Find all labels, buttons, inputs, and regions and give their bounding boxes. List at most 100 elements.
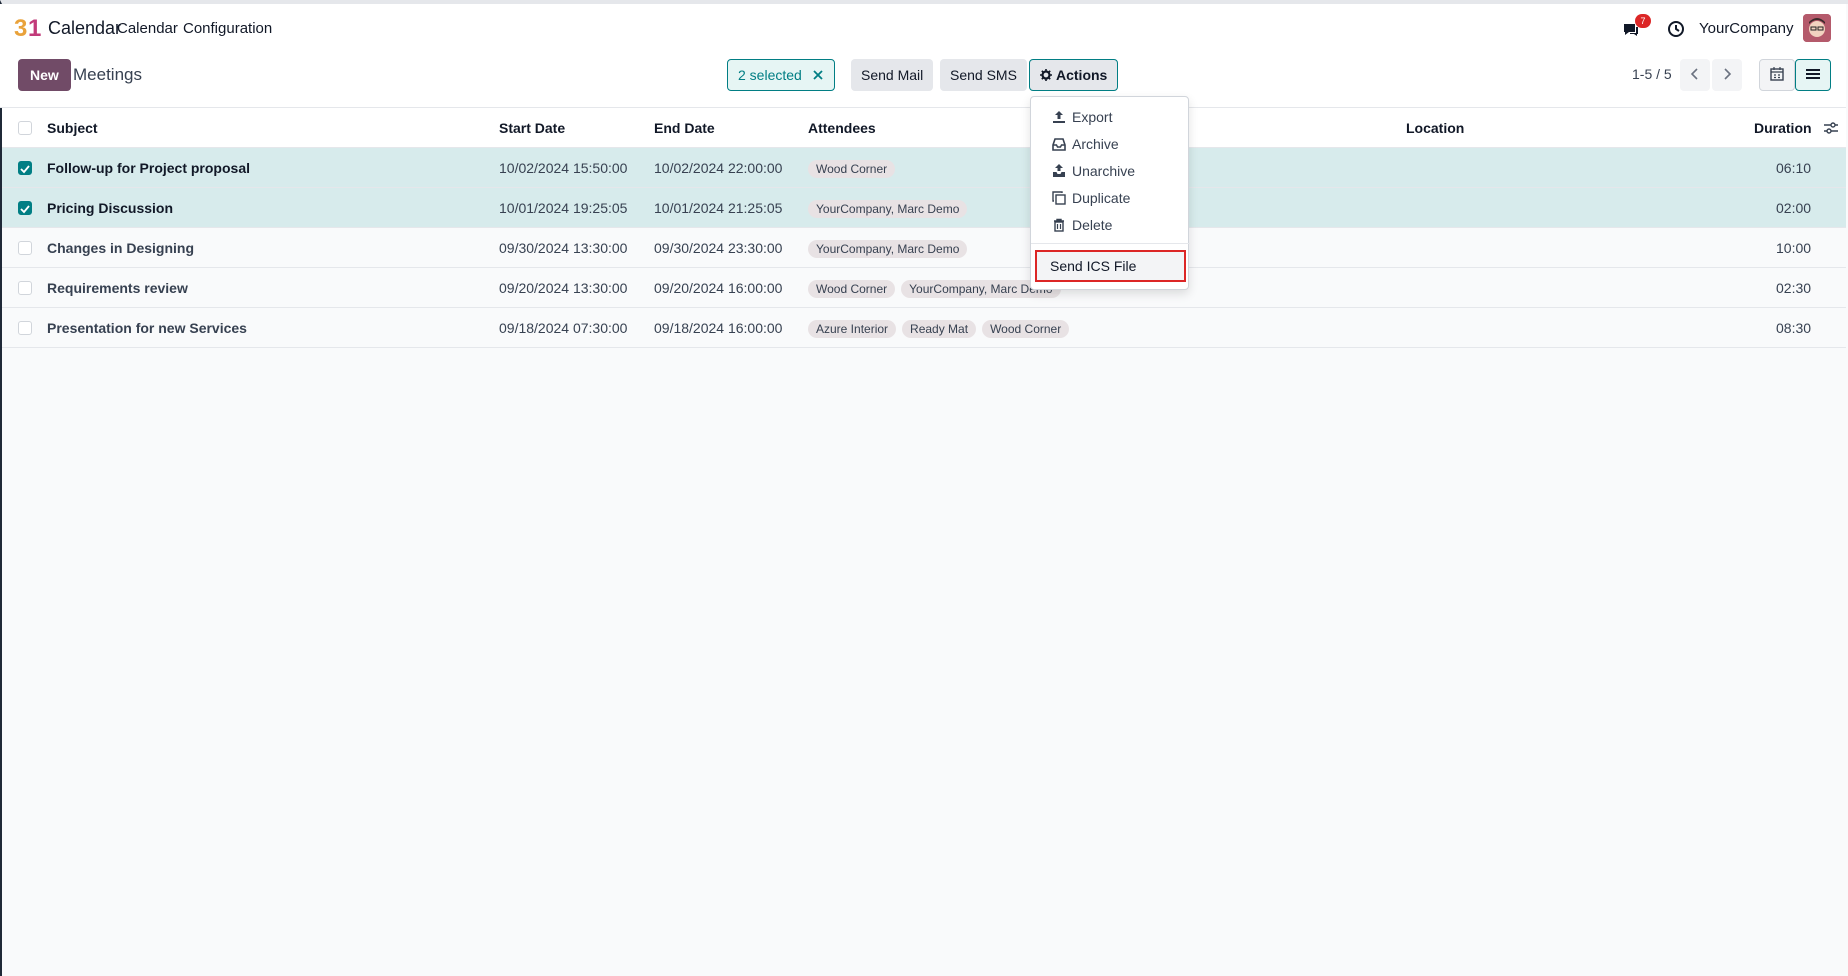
activity-clock-icon[interactable] xyxy=(1667,20,1685,38)
chevron-right-icon xyxy=(1724,67,1732,80)
company-switcher[interactable]: YourCompany xyxy=(1699,20,1794,37)
messaging-button[interactable]: 7 xyxy=(1621,14,1651,40)
header-location[interactable]: Location xyxy=(1406,108,1464,148)
attendee-tag: Azure Interior xyxy=(808,320,897,339)
table-row[interactable]: Requirements review 09/20/2024 13:30:00 … xyxy=(2,268,1846,308)
optional-columns-icon[interactable] xyxy=(1824,121,1838,135)
attendee-tag: Wood Corner xyxy=(808,280,896,299)
row-duration: 02:30 xyxy=(1776,280,1812,296)
select-all-checkbox[interactable] xyxy=(18,121,32,135)
header-end-date[interactable]: End Date xyxy=(654,108,715,148)
row-start-date: 10/01/2024 19:25:05 xyxy=(499,200,628,216)
gear-icon xyxy=(1040,69,1052,81)
svg-text:3: 3 xyxy=(14,15,27,42)
table-header: Subject Start Date End Date Attendees Lo… xyxy=(2,108,1846,148)
header-subject[interactable]: Subject xyxy=(47,108,98,148)
row-end-date: 10/02/2024 22:00:00 xyxy=(654,160,783,176)
trash-icon xyxy=(1054,218,1064,232)
actions-label: Actions xyxy=(1056,67,1108,83)
pager-previous[interactable] xyxy=(1680,59,1710,91)
actions-dropdown-menu: Export Archive Unarchive Duplicate Delet… xyxy=(1030,96,1190,290)
row-subject: Follow-up for Project proposal xyxy=(47,160,250,176)
row-attendees: YourCompany, Marc Demo xyxy=(808,228,973,268)
row-start-date: 09/18/2024 07:30:00 xyxy=(499,320,628,336)
menu-item-duplicate[interactable]: Duplicate xyxy=(1031,185,1190,211)
new-button[interactable]: New xyxy=(18,59,71,91)
clear-selection-icon[interactable] xyxy=(812,69,824,81)
row-end-date: 09/20/2024 16:00:00 xyxy=(654,280,783,296)
row-checkbox[interactable] xyxy=(18,241,32,255)
row-checkbox[interactable] xyxy=(18,161,32,175)
menu-item-archive[interactable]: Archive xyxy=(1031,131,1190,157)
user-avatar[interactable] xyxy=(1803,14,1831,42)
checkmark-icon xyxy=(20,205,30,214)
row-end-date: 09/30/2024 23:30:00 xyxy=(654,240,783,256)
attendee-tag: Ready Mat xyxy=(902,320,977,339)
menu-item-label: Unarchive xyxy=(1072,163,1136,179)
menu-item-label: Delete xyxy=(1072,217,1113,233)
chat-count-badge: 7 xyxy=(1635,14,1651,28)
pager-value[interactable]: 1-5 / 5 xyxy=(1632,66,1672,82)
row-duration: 10:00 xyxy=(1776,240,1812,256)
row-start-date: 09/30/2024 13:30:00 xyxy=(499,240,628,256)
row-start-date: 09/20/2024 13:30:00 xyxy=(499,280,628,296)
header-attendees[interactable]: Attendees xyxy=(808,108,876,148)
upload-icon xyxy=(1053,111,1065,123)
menu-item-export[interactable]: Export xyxy=(1031,104,1190,130)
control-panel: New Meetings 2 selected Send Mail Send S… xyxy=(0,50,1846,108)
calendar-view-button[interactable] xyxy=(1759,59,1795,91)
calendar-view-icon xyxy=(1770,66,1784,81)
menu-calendar[interactable]: Calendar xyxy=(117,20,178,37)
svg-text:1: 1 xyxy=(28,15,41,42)
unarchive-icon xyxy=(1053,164,1065,177)
table-row[interactable]: Follow-up for Project proposal 10/02/202… xyxy=(2,148,1846,188)
table-row[interactable]: Presentation for new Services 09/18/2024… xyxy=(2,308,1846,348)
row-subject: Presentation for new Services xyxy=(47,320,247,336)
attendee-tag: Wood Corner xyxy=(982,320,1070,339)
copy-icon xyxy=(1052,191,1066,205)
menu-item-delete[interactable]: Delete xyxy=(1031,212,1190,238)
header-start-date[interactable]: Start Date xyxy=(499,108,565,148)
list-view-button[interactable] xyxy=(1795,59,1831,91)
app-name[interactable]: Calendar xyxy=(48,18,121,39)
row-attendees: YourCompany, Marc Demo xyxy=(808,188,973,228)
menu-item-unarchive[interactable]: Unarchive xyxy=(1031,158,1190,184)
row-attendees: Wood Corner xyxy=(808,148,901,188)
menu-item-label: Export xyxy=(1072,109,1113,125)
attendee-tag: Wood Corner xyxy=(808,160,896,179)
send-sms-button[interactable]: Send SMS xyxy=(940,59,1027,91)
row-attendees: Azure Interior Ready Mat Wood Corner xyxy=(808,308,1075,348)
inbox-icon xyxy=(1052,138,1066,151)
chevron-left-icon xyxy=(1690,67,1698,80)
row-checkbox[interactable] xyxy=(18,321,32,335)
send-mail-button[interactable]: Send Mail xyxy=(851,59,934,91)
attendee-tag: YourCompany, Marc Demo xyxy=(808,200,968,219)
menu-item-label: Archive xyxy=(1072,136,1119,152)
row-start-date: 10/02/2024 15:50:00 xyxy=(499,160,628,176)
row-duration: 02:00 xyxy=(1776,200,1812,216)
selection-indicator[interactable]: 2 selected xyxy=(727,59,835,91)
row-checkbox[interactable] xyxy=(18,201,32,215)
row-attendees: Wood Corner YourCompany, Marc Demo xyxy=(808,268,1067,308)
row-checkbox[interactable] xyxy=(18,281,32,295)
table-row[interactable]: Changes in Designing 09/30/2024 13:30:00… xyxy=(2,228,1846,268)
menu-item-send-ics-file[interactable]: Send ICS File xyxy=(1035,250,1186,282)
pager-next[interactable] xyxy=(1712,59,1742,91)
row-end-date: 10/01/2024 21:25:05 xyxy=(654,200,783,216)
row-end-date: 09/18/2024 16:00:00 xyxy=(654,320,783,336)
header-duration[interactable]: Duration xyxy=(1754,108,1812,148)
menu-configuration[interactable]: Configuration xyxy=(183,20,272,37)
calendar-app-icon[interactable]: 3 1 xyxy=(14,12,44,42)
page-title: Meetings xyxy=(73,65,142,84)
menu-divider xyxy=(1031,243,1190,244)
row-subject: Pricing Discussion xyxy=(47,200,174,216)
row-duration: 08:30 xyxy=(1776,320,1812,336)
attendee-tag: YourCompany, Marc Demo xyxy=(808,240,968,259)
avatar-face-icon xyxy=(1803,14,1831,42)
selected-count: 2 selected xyxy=(738,67,802,83)
checkmark-icon xyxy=(20,165,30,174)
list-view-icon xyxy=(1806,68,1820,79)
top-navbar: 3 1 Calendar Calendar Configuration 7 Yo… xyxy=(0,4,1846,50)
table-row[interactable]: Pricing Discussion 10/01/2024 19:25:05 1… xyxy=(2,188,1846,228)
actions-button[interactable]: Actions xyxy=(1029,59,1119,91)
